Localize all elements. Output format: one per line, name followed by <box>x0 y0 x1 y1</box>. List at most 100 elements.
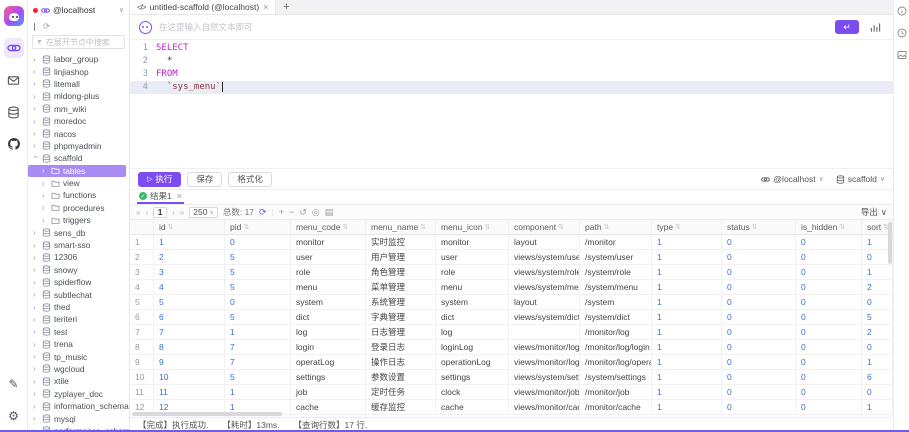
cell-menu_icon[interactable]: log <box>436 325 509 339</box>
sort-icon[interactable]: ⇅ <box>168 223 174 231</box>
table-row[interactable]: 550system系统管理systemlayout/system1000 <box>130 295 893 310</box>
mail-icon[interactable] <box>4 70 24 90</box>
vertical-scrollbar[interactable] <box>888 222 892 264</box>
editor-line-3[interactable]: 3FROM <box>130 68 893 81</box>
cell-type[interactable]: 1 <box>652 235 722 249</box>
cell-path[interactable]: /monitor/cache <box>580 400 652 414</box>
row-number-cell[interactable]: 11 <box>130 385 154 399</box>
cell-menu_icon[interactable]: monitor <box>436 235 509 249</box>
column-header-pid[interactable]: pid⇅ <box>225 220 291 234</box>
cell-component[interactable]: views/monitor/log/login <box>509 340 580 354</box>
close-icon[interactable]: × <box>263 2 268 12</box>
tree-item-subtlechat[interactable]: ›subtlechat <box>28 288 129 300</box>
column-header-type[interactable]: type⇅ <box>652 220 722 234</box>
cell-pid[interactable]: 0 <box>225 295 291 309</box>
table-row[interactable]: 445menu菜单管理menuviews/system/menu/system/… <box>130 280 893 295</box>
cell-sort[interactable]: 5 <box>862 310 893 324</box>
cell-sort[interactable]: 0 <box>862 385 893 399</box>
cell-pid[interactable]: 5 <box>225 310 291 324</box>
cell-component[interactable]: views/system/settings <box>509 370 580 384</box>
cell-is_hidden[interactable]: 0 <box>796 400 862 414</box>
cell-component[interactable]: views/monitor/log/oper... <box>509 355 580 369</box>
cell-status[interactable]: 0 <box>722 325 796 339</box>
chevron-right-icon[interactable]: › <box>33 117 39 126</box>
tree-item-12306[interactable]: ›12306 <box>28 251 129 263</box>
cell-is_hidden[interactable]: 0 <box>796 280 862 294</box>
cell-pid[interactable]: 0 <box>225 235 291 249</box>
cell-id[interactable]: 10 <box>154 370 225 384</box>
chevron-right-icon[interactable]: › <box>33 92 39 101</box>
sort-icon[interactable]: ⇅ <box>342 223 348 231</box>
tree-item-wgcloud[interactable]: ›wgcloud <box>28 363 129 375</box>
cell-type[interactable]: 1 <box>652 250 722 264</box>
table-row[interactable]: 10105settings参数设置settingsviews/system/se… <box>130 370 893 385</box>
tree-item-trena[interactable]: ›trena <box>28 338 129 350</box>
cell-menu_code[interactable]: monitor <box>291 235 366 249</box>
row-number-cell[interactable]: 9 <box>130 355 154 369</box>
column-header-component[interactable]: component⇅ <box>509 220 580 234</box>
cell-is_hidden[interactable]: 0 <box>796 295 862 309</box>
editor-line-4[interactable]: 4 `sys_menu` <box>130 81 893 94</box>
chevron-right-icon[interactable]: › <box>33 278 39 287</box>
editor-line-1[interactable]: 1SELECT <box>130 42 893 55</box>
cell-menu_code[interactable]: login <box>291 340 366 354</box>
preview-changes-icon[interactable]: ◎ <box>312 207 320 218</box>
tree-item-phpmyadmin[interactable]: ›phpmyadmin <box>28 140 129 152</box>
chevron-right-icon[interactable]: › <box>33 79 39 88</box>
sort-icon[interactable]: ⇅ <box>752 223 758 231</box>
cell-menu_name[interactable]: 登录日志 <box>366 340 436 354</box>
row-number-cell[interactable]: 8 <box>130 340 154 354</box>
export-button[interactable]: 导出 ∨ <box>861 206 887 218</box>
tree-item-snowy[interactable]: ›snowy <box>28 264 129 276</box>
chevron-right-icon[interactable]: › <box>33 377 39 386</box>
tree-item-labor_group[interactable]: ›labor_group <box>28 53 129 65</box>
cell-status[interactable]: 0 <box>722 370 796 384</box>
cell-menu_icon[interactable]: operationLog <box>436 355 509 369</box>
refresh-icon[interactable]: ⟳ <box>43 21 50 32</box>
cell-menu_code[interactable]: dict <box>291 310 366 324</box>
cell-menu_icon[interactable]: settings <box>436 370 509 384</box>
tree-item-thed[interactable]: ›thed <box>28 301 129 313</box>
cell-type[interactable]: 1 <box>652 325 722 339</box>
cell-is_hidden[interactable]: 0 <box>796 385 862 399</box>
tree-item-spiderflow[interactable]: ›spiderflow <box>28 276 129 288</box>
table-row[interactable]: 887login登录日志loginLogviews/monitor/log/lo… <box>130 340 893 355</box>
result-tab-1[interactable]: ✓ 结果1 × <box>137 190 184 204</box>
cell-pid[interactable]: 5 <box>225 370 291 384</box>
cell-path[interactable]: /monitor/log <box>580 325 652 339</box>
cell-id[interactable]: 1 <box>154 235 225 249</box>
format-button[interactable]: 格式化 <box>228 172 272 187</box>
cell-status[interactable]: 0 <box>722 400 796 414</box>
app-logo-icon[interactable] <box>4 6 24 26</box>
tree-item-view[interactable]: ›view <box>28 177 126 189</box>
cell-path[interactable]: /system/dict <box>580 310 652 324</box>
row-number-cell[interactable]: 6 <box>130 310 154 324</box>
cell-path[interactable]: /monitor/job <box>580 385 652 399</box>
add-row-icon[interactable]: + <box>279 207 284 217</box>
cell-id[interactable]: 7 <box>154 325 225 339</box>
connection-select[interactable]: @localhost ∨ <box>761 174 823 184</box>
table-row[interactable]: 110monitor实时监控monitorlayout/monitor1001 <box>130 235 893 250</box>
chevron-right-icon[interactable]: › <box>33 265 39 274</box>
cell-is_hidden[interactable]: 0 <box>796 235 862 249</box>
column-header-menu_code[interactable]: menu_code⇅ <box>291 220 366 234</box>
tree-item-triggers[interactable]: ›triggers <box>28 214 126 226</box>
settings-gear-icon[interactable]: ⚙ <box>4 406 24 426</box>
cell-path[interactable]: /monitor/log/operation <box>580 355 652 369</box>
row-number-cell[interactable]: 3 <box>130 265 154 279</box>
chevron-right-icon[interactable]: › <box>33 303 39 312</box>
ai-submit-button[interactable]: ↵ <box>835 20 859 34</box>
chevron-right-icon[interactable]: › <box>42 216 48 225</box>
cell-component[interactable]: layout <box>509 235 580 249</box>
tree-item-functions[interactable]: ›functions <box>28 189 126 201</box>
cell-menu_icon[interactable]: loginLog <box>436 340 509 354</box>
chevron-right-icon[interactable]: › <box>33 414 39 423</box>
cell-status[interactable]: 0 <box>722 385 796 399</box>
tree-item-zyplayer_doc[interactable]: ›zyplayer_doc <box>28 388 129 400</box>
column-header-is_hidden[interactable]: is_hidden⇅ <box>796 220 862 234</box>
table-row[interactable]: 771log日志管理log/monitor/log1002 <box>130 325 893 340</box>
cell-menu_name[interactable]: 用户管理 <box>366 250 436 264</box>
database-nav-icon[interactable] <box>4 102 24 122</box>
chevron-right-icon[interactable]: › <box>33 352 39 361</box>
sort-icon[interactable]: ⇅ <box>243 223 249 231</box>
